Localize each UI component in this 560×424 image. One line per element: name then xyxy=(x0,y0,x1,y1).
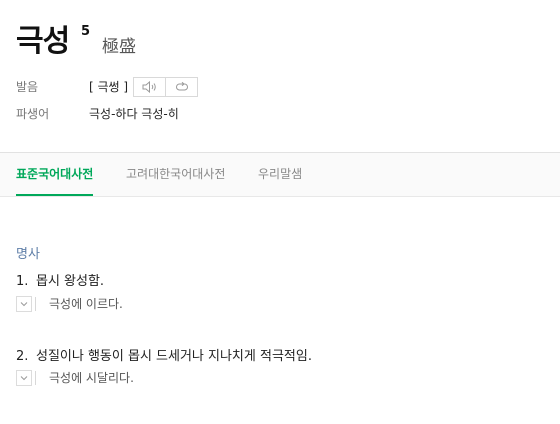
play-pronunciation-button[interactable] xyxy=(134,78,165,96)
divider xyxy=(35,371,36,385)
chevron-down-icon xyxy=(20,302,28,307)
sense-definition: 2. 성질이나 행동이 몹시 드세거나 지나치게 적극적임. xyxy=(16,345,312,364)
example-text: 극성에 이르다. xyxy=(49,297,123,311)
definition-text: 성질이나 행동이 몹시 드세거나 지나치게 적극적임. xyxy=(36,349,312,364)
example-toggle[interactable] xyxy=(16,370,32,386)
tab-korea-university-dictionary[interactable]: 고려대한국어대사전 xyxy=(126,153,225,196)
pronunciation-label: 발음 xyxy=(16,80,39,94)
example-toggle[interactable] xyxy=(16,296,32,312)
speaker-icon xyxy=(142,81,156,93)
sense-number: 1. xyxy=(16,274,29,289)
homograph-number: 5 xyxy=(81,24,91,39)
definition-text: 몹시 왕성함. xyxy=(36,274,105,289)
repeat-pronunciation-button[interactable] xyxy=(165,78,197,96)
repeat-icon xyxy=(175,81,188,91)
pronunciation-controls xyxy=(133,77,198,97)
sense-definition: 1. 몹시 왕성함. xyxy=(16,270,104,289)
tab-standard-korean-dictionary[interactable]: 표준국어대사전 xyxy=(16,153,94,196)
derivatives-value[interactable]: 극성-하다 극성-히 xyxy=(89,104,179,124)
hanja: 極盛 xyxy=(102,37,136,57)
sense-number: 2. xyxy=(16,349,29,364)
chevron-down-icon xyxy=(20,376,28,381)
tab-urimalsaem[interactable]: 우리말샘 xyxy=(258,153,302,196)
divider xyxy=(35,297,36,311)
example-text: 극성에 시달리다. xyxy=(49,371,134,385)
derivatives-label: 파생어 xyxy=(16,107,50,121)
dictionary-tabs: 표준국어대사전 고려대한국어대사전 우리말샘 xyxy=(0,152,560,197)
part-of-speech: 명사 xyxy=(16,247,40,262)
headword: 극성 xyxy=(16,24,70,59)
pronunciation-value: [ 극썽 ] xyxy=(89,80,129,94)
